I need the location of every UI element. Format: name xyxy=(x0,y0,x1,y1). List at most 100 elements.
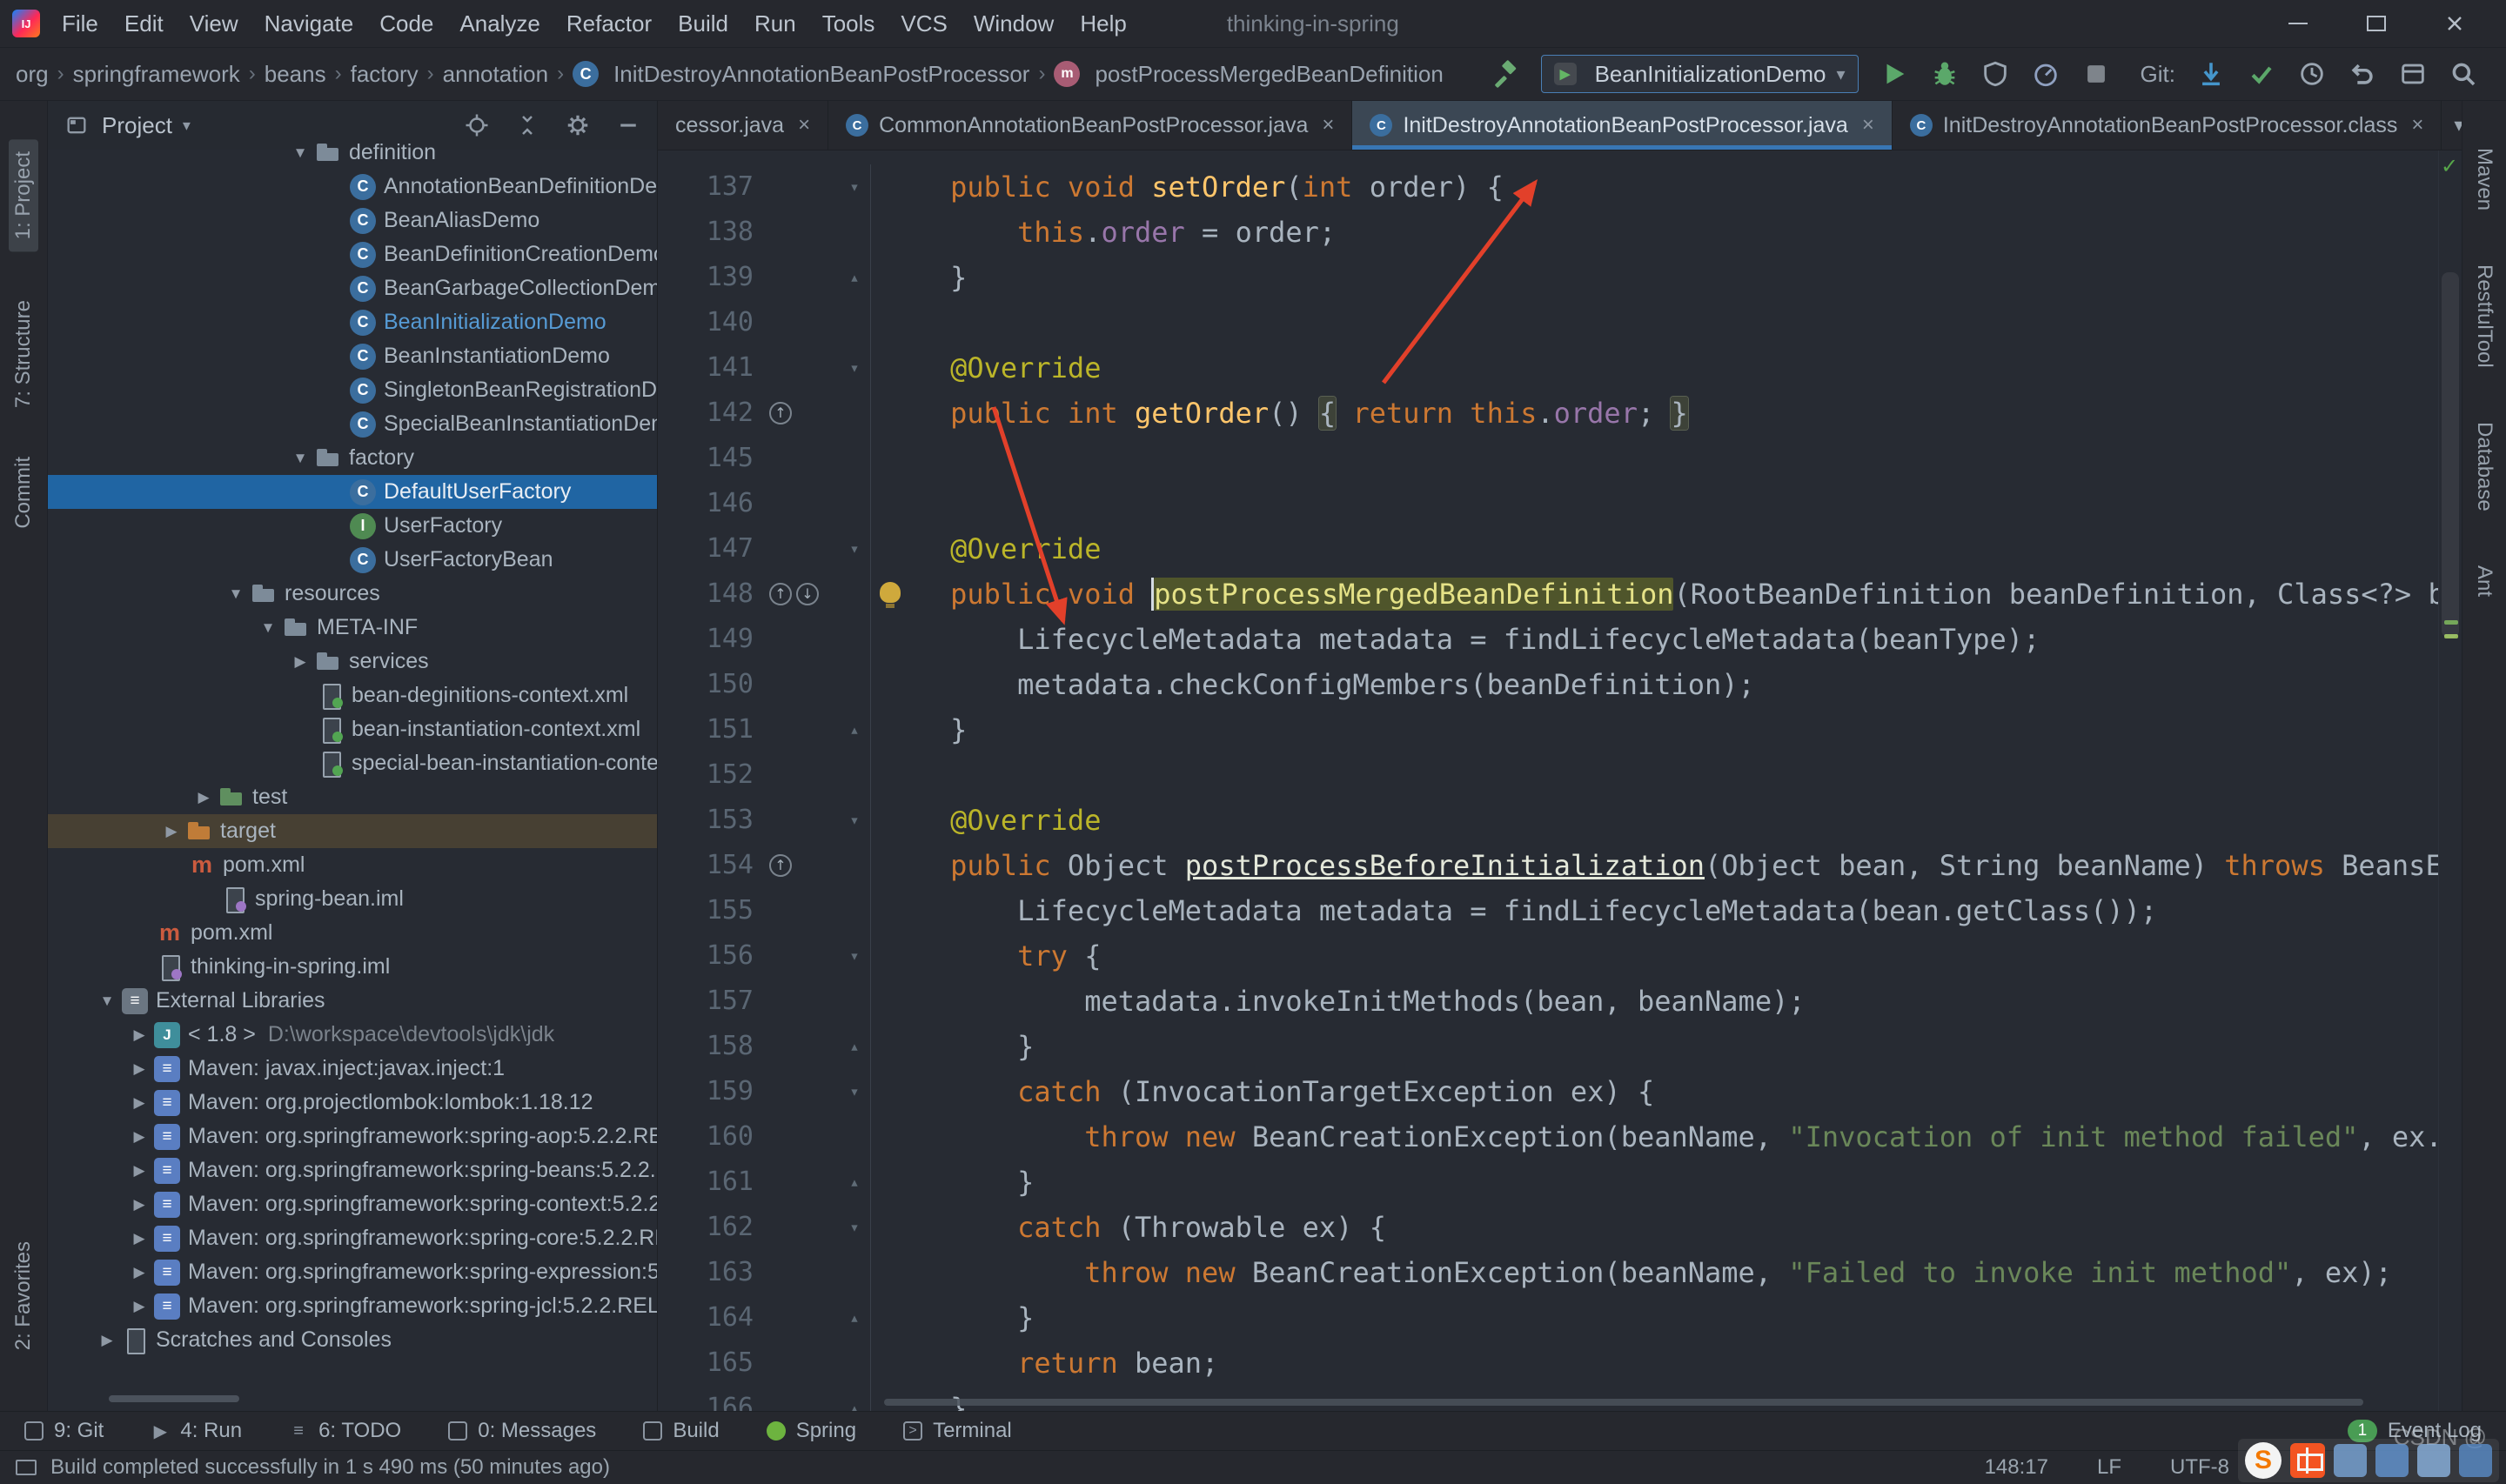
git-history-icon[interactable] xyxy=(2297,59,2327,89)
profiler-button[interactable] xyxy=(2031,59,2060,89)
debug-button[interactable] xyxy=(1930,59,1960,89)
tree-item-maven-org-springframework-spring-aop-5-2-2-release[interactable]: ▶≡Maven: org.springframework:spring-aop:… xyxy=(48,1120,657,1153)
tool-stripe-ant[interactable]: Ant xyxy=(2472,565,2496,597)
menu-edit[interactable]: Edit xyxy=(111,0,177,47)
tree-item-thinking-in-spring-iml[interactable]: thinking-in-spring.iml xyxy=(48,950,657,984)
breadcrumb-item-initdestroyannotationbeanpostprocessor[interactable]: CInitDestroyAnnotationBeanPostProcessor xyxy=(573,61,1029,88)
line-number[interactable]: 161 xyxy=(658,1160,767,1205)
override-down-icon[interactable]: ↓ xyxy=(796,583,819,605)
code-text[interactable] xyxy=(871,300,2439,345)
menu-window[interactable]: Window xyxy=(961,0,1067,47)
code-text[interactable] xyxy=(871,436,2439,481)
menu-tools[interactable]: Tools xyxy=(809,0,888,47)
line-number[interactable]: 156 xyxy=(658,933,767,979)
project-hscrollbar[interactable] xyxy=(109,1395,239,1402)
line-number[interactable]: 163 xyxy=(658,1250,767,1295)
line-number[interactable]: 138 xyxy=(658,210,767,255)
tree-collapse-arrow-icon[interactable]: ▼ xyxy=(221,585,251,603)
bottom-tab-6-todo[interactable]: ≡6: TODO xyxy=(289,1419,401,1443)
run-button[interactable] xyxy=(1880,59,1909,89)
tool-stripe-1-project[interactable]: 1: Project xyxy=(9,139,38,251)
close-button[interactable] xyxy=(2416,0,2494,47)
breadcrumb-item-springframework[interactable]: springframework xyxy=(73,61,240,88)
override-up-icon[interactable]: ↑ xyxy=(769,402,792,424)
code-text[interactable]: this.order = order; xyxy=(871,210,2439,255)
tree-collapse-arrow-icon[interactable]: ▼ xyxy=(92,993,122,1010)
editor[interactable]: 137▾ public void setOrder(int order) {13… xyxy=(658,150,2462,1411)
maximize-button[interactable] xyxy=(2337,0,2416,47)
fold-marker-icon[interactable]: ▴ xyxy=(839,1386,871,1411)
line-number[interactable]: 153 xyxy=(658,798,767,843)
tree-item-external-libraries[interactable]: ▼≡External Libraries xyxy=(48,984,657,1018)
tree-collapse-arrow-icon[interactable]: ▼ xyxy=(285,144,315,162)
fold-marker-icon[interactable]: ▾ xyxy=(839,1069,871,1114)
menu-navigate[interactable]: Navigate xyxy=(251,0,367,47)
tool-stripe-commit[interactable]: Commit xyxy=(11,457,36,529)
code-text[interactable] xyxy=(871,752,2439,798)
tab-close-icon[interactable]: × xyxy=(2411,113,2423,137)
tree-item-maven-org-springframework-spring-expression-5-2-2-release[interactable]: ▶≡Maven: org.springframework:spring-expr… xyxy=(48,1255,657,1289)
line-number[interactable]: 152 xyxy=(658,752,767,798)
bottom-tab-9-git[interactable]: 9: Git xyxy=(24,1419,104,1443)
code-text[interactable]: metadata.invokeInitMethods(bean, beanNam… xyxy=(871,979,2439,1024)
line-number[interactable]: 157 xyxy=(658,979,767,1024)
tab-initdestroyannotationbeanpostprocessor-class[interactable]: CInitDestroyAnnotationBeanPostProcessor.… xyxy=(1893,101,2442,150)
tab-initdestroyannotationbeanpostprocessor-java[interactable]: CInitDestroyAnnotationBeanPostProcessor.… xyxy=(1352,101,1892,150)
tree-item-beangarbagecollectiondemo[interactable]: CBeanGarbageCollectionDemo xyxy=(48,271,657,305)
code-text[interactable]: return bean; xyxy=(871,1340,2439,1386)
fold-marker-icon[interactable]: ▾ xyxy=(839,526,871,572)
tree-item-maven-org-springframework-spring-core-5-2-2-release[interactable]: ▶≡Maven: org.springframework:spring-core… xyxy=(48,1221,657,1255)
menu-refactor[interactable]: Refactor xyxy=(553,0,665,47)
build-hammer-icon[interactable] xyxy=(1491,59,1520,89)
bottom-tab-0-messages[interactable]: 0: Messages xyxy=(448,1419,596,1443)
tree-expand-arrow-icon[interactable]: ▶ xyxy=(157,823,186,840)
fold-marker-icon[interactable]: ▾ xyxy=(839,798,871,843)
code-text[interactable]: @Override xyxy=(871,345,2439,391)
tree-expand-arrow-icon[interactable]: ▶ xyxy=(124,1298,154,1315)
code-text[interactable]: } xyxy=(871,255,2439,300)
tree-item-spring-bean-iml[interactable]: spring-bean.iml xyxy=(48,882,657,916)
breadcrumb-item-org[interactable]: org xyxy=(16,61,49,88)
tree-item-resources[interactable]: ▼resources xyxy=(48,577,657,611)
tree-expand-arrow-icon[interactable]: ▶ xyxy=(124,1094,154,1112)
tab-commonannotationbeanpostprocessor-java[interactable]: CCommonAnnotationBeanPostProcessor.java× xyxy=(828,101,1352,150)
tree-item-maven-org-projectlombok-lombok-1-18-12[interactable]: ▶≡Maven: org.projectlombok:lombok:1.18.1… xyxy=(48,1086,657,1120)
tree-expand-arrow-icon[interactable]: ▶ xyxy=(124,1162,154,1180)
tree-expand-arrow-icon[interactable]: ▶ xyxy=(124,1060,154,1078)
menu-help[interactable]: Help xyxy=(1067,0,1139,47)
code-text[interactable]: public Object postProcessBeforeInitializ… xyxy=(871,843,2439,888)
search-icon[interactable] xyxy=(2449,59,2478,89)
toolwindow-toggle-icon[interactable] xyxy=(16,1460,37,1475)
tab-cessor-java[interactable]: cessor.java× xyxy=(658,101,828,150)
tree-item-beanaliasdemo[interactable]: CBeanAliasDemo xyxy=(48,204,657,237)
tool-stripe-7-structure[interactable]: 7: Structure xyxy=(11,300,36,408)
menu-vcs[interactable]: VCS xyxy=(888,0,960,47)
fold-marker-icon[interactable]: ▾ xyxy=(839,345,871,391)
fold-marker-icon[interactable]: ▴ xyxy=(839,1160,871,1205)
menu-code[interactable]: Code xyxy=(366,0,446,47)
line-number[interactable]: 147 xyxy=(658,526,767,572)
tree-collapse-arrow-icon[interactable]: ▼ xyxy=(285,450,315,467)
git-commit-icon[interactable] xyxy=(2247,59,2276,89)
tree-item-test[interactable]: ▶test xyxy=(48,780,657,814)
code-text[interactable]: } xyxy=(871,1160,2439,1205)
tree-expand-arrow-icon[interactable]: ▶ xyxy=(124,1196,154,1213)
run-config-select[interactable]: ▶ BeanInitializationDemo ▾ xyxy=(1541,55,1859,93)
menu-build[interactable]: Build xyxy=(665,0,741,47)
fold-marker-icon[interactable]: ▴ xyxy=(839,707,871,752)
tab-close-icon[interactable]: × xyxy=(1862,113,1874,137)
fold-marker-icon[interactable]: ▴ xyxy=(839,1295,871,1340)
tree-item-userfactory[interactable]: IUserFactory xyxy=(48,509,657,543)
line-number[interactable]: 140 xyxy=(658,300,767,345)
tree-expand-arrow-icon[interactable]: ▶ xyxy=(124,1230,154,1247)
caret-position[interactable]: 148:17 xyxy=(1985,1455,2048,1480)
code-text[interactable]: LifecycleMetadata metadata = findLifecyc… xyxy=(871,617,2439,662)
tree-item-1-8[interactable]: ▶J< 1.8 >D:\workspace\devtools\jdk\jdk xyxy=(48,1018,657,1052)
bottom-tab-build[interactable]: Build xyxy=(643,1419,719,1443)
tab-close-icon[interactable]: × xyxy=(798,113,810,137)
bottom-tab-spring[interactable]: Spring xyxy=(767,1419,856,1443)
breadcrumb-item-factory[interactable]: factory xyxy=(351,61,419,88)
tree-item-maven-org-springframework-spring-beans-5-2-2-release[interactable]: ▶≡Maven: org.springframework:spring-bean… xyxy=(48,1153,657,1187)
tool-stripe-restfultool[interactable]: RestfulTool xyxy=(2472,264,2496,368)
fold-marker-icon[interactable]: ▾ xyxy=(839,164,871,210)
